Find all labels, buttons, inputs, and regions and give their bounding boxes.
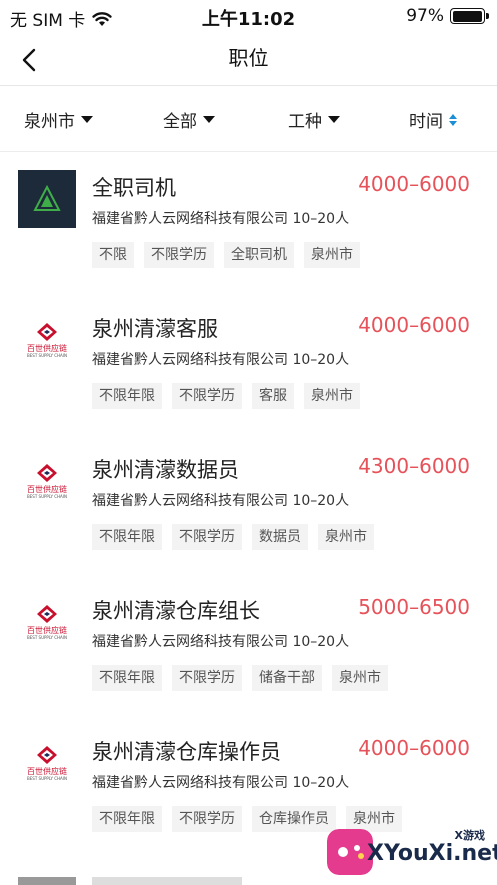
logo-brand-sub: BEST SUPPLY CHAIN (27, 776, 67, 781)
job-tags: 不限年限 不限学历 储备干部 泉州市 (92, 665, 388, 691)
battery-cap (486, 13, 489, 19)
company-logo: 百世供应链 BEST SUPPLY CHAIN (18, 593, 76, 651)
company-logo: 百世供应链 BEST SUPPLY CHAIN (18, 452, 76, 510)
logo-brand-sub: BEST SUPPLY CHAIN (27, 635, 67, 640)
caret-down-icon (81, 116, 93, 123)
job-salary: 4300–6000 (358, 454, 470, 478)
job-tag: 不限学历 (172, 665, 242, 691)
sort-icon (449, 113, 457, 126)
job-list-item[interactable]: 全职司机 4000–6000 福建省黔人云网络科技有限公司 10–20人 不限 … (0, 152, 497, 293)
company-logo-mark-icon (37, 746, 57, 764)
job-tag: 泉州市 (304, 383, 360, 409)
job-list-item[interactable]: 百世供应链 BEST SUPPLY CHAIN 泉州清濛数据员 4300–600… (0, 434, 497, 575)
logo-brand: 百世供应链 (27, 626, 67, 635)
job-company: 福建省黔人云网络科技有限公司 10–20人 (92, 775, 350, 791)
job-list-item[interactable]: 百世供应链 BEST SUPPLY CHAIN 泉州清濛客服 4000–6000… (0, 293, 497, 434)
filter-category-label: 全部 (163, 112, 197, 132)
filter-bar: 泉州市 全部 工种 时间 (0, 86, 497, 152)
job-title: 全职司机 (92, 176, 176, 200)
filter-time-sort[interactable]: 时间 (409, 107, 457, 132)
battery-level-fill (452, 10, 482, 22)
job-tag: 不限学历 (172, 524, 242, 550)
site-watermark: XYouXi.net X游戏 (327, 824, 497, 880)
logo-brand: 百世供应链 (27, 485, 67, 494)
job-title: 泉州清濛数据员 (92, 458, 239, 482)
company-logo: 百世供应链 BEST SUPPLY CHAIN (18, 311, 76, 369)
job-tag: 不限学历 (172, 383, 242, 409)
filter-job-type-label: 工种 (288, 112, 322, 132)
job-tag: 泉州市 (332, 665, 388, 691)
logo-brand-sub: BEST SUPPLY CHAIN (27, 494, 67, 499)
job-tag: 不限年限 (92, 524, 162, 550)
job-tag: 不限学历 (172, 806, 242, 832)
job-tag: 全职司机 (224, 242, 294, 268)
job-tag: 不限年限 (92, 665, 162, 691)
job-title: 泉州清濛客服 (92, 317, 218, 341)
company-logo (18, 170, 76, 228)
battery-percent: 97% (406, 6, 444, 26)
job-salary: 4000–6000 (358, 736, 470, 760)
job-company: 福建省黔人云网络科技有限公司 10–20人 (92, 493, 350, 509)
nav-bar: 职位 (0, 34, 497, 86)
logo-brand: 百世供应链 (27, 767, 67, 776)
job-title: 泉州清濛仓库操作员 (92, 740, 281, 764)
page-title: 职位 (228, 46, 269, 70)
job-company: 福建省黔人云网络科技有限公司 10–20人 (92, 352, 350, 368)
job-tag: 仓库操作员 (252, 806, 336, 832)
job-tag: 不限年限 (92, 383, 162, 409)
watermark-subtext: X游戏 (454, 829, 485, 842)
logo-brand-sub: BEST SUPPLY CHAIN (27, 353, 67, 358)
filter-time-label: 时间 (409, 112, 443, 132)
battery-icon (450, 8, 489, 24)
company-logo-mark-icon (33, 184, 61, 211)
job-tag: 储备干部 (252, 665, 322, 691)
logo-brand: 百世供应链 (27, 344, 67, 353)
status-bar: 无 SIM 卡 上午11:02 97% (0, 0, 497, 34)
caret-down-icon (203, 116, 215, 123)
company-logo-mark-icon (37, 464, 57, 482)
filter-city[interactable]: 泉州市 (24, 107, 93, 132)
job-tag: 客服 (252, 383, 294, 409)
watermark-text: XYouXi.net (367, 841, 497, 866)
job-salary: 4000–6000 (358, 172, 470, 196)
company-logo-mark-icon (37, 323, 57, 341)
job-tag: 泉州市 (318, 524, 374, 550)
caret-down-icon (328, 116, 340, 123)
job-salary: 5000–6500 (358, 595, 470, 619)
job-tag: 不限 (92, 242, 134, 268)
filter-category[interactable]: 全部 (163, 107, 215, 132)
job-company: 福建省黔人云网络科技有限公司 10–20人 (92, 211, 350, 227)
company-logo (18, 877, 76, 885)
job-tags: 不限年限 不限学历 数据员 泉州市 (92, 524, 374, 550)
filter-job-type[interactable]: 工种 (288, 107, 340, 132)
filter-city-label: 泉州市 (24, 112, 75, 132)
job-tag: 泉州市 (304, 242, 360, 268)
job-tag: 数据员 (252, 524, 308, 550)
job-list-item[interactable]: 百世供应链 BEST SUPPLY CHAIN 泉州清濛仓库组长 5000–65… (0, 575, 497, 716)
job-tags: 不限 不限学历 全职司机 泉州市 (92, 242, 360, 268)
job-title-partial (92, 877, 242, 885)
job-tags: 不限年限 不限学历 客服 泉州市 (92, 383, 360, 409)
company-logo: 百世供应链 BEST SUPPLY CHAIN (18, 734, 76, 792)
job-company: 福建省黔人云网络科技有限公司 10–20人 (92, 634, 350, 650)
status-battery-group: 97% (406, 6, 489, 26)
job-tag: 不限学历 (144, 242, 214, 268)
company-logo-mark-icon (37, 605, 57, 623)
job-tag: 不限年限 (92, 806, 162, 832)
job-list: 全职司机 4000–6000 福建省黔人云网络科技有限公司 10–20人 不限 … (0, 152, 497, 857)
job-salary: 4000–6000 (358, 313, 470, 337)
job-title: 泉州清濛仓库组长 (92, 599, 260, 623)
